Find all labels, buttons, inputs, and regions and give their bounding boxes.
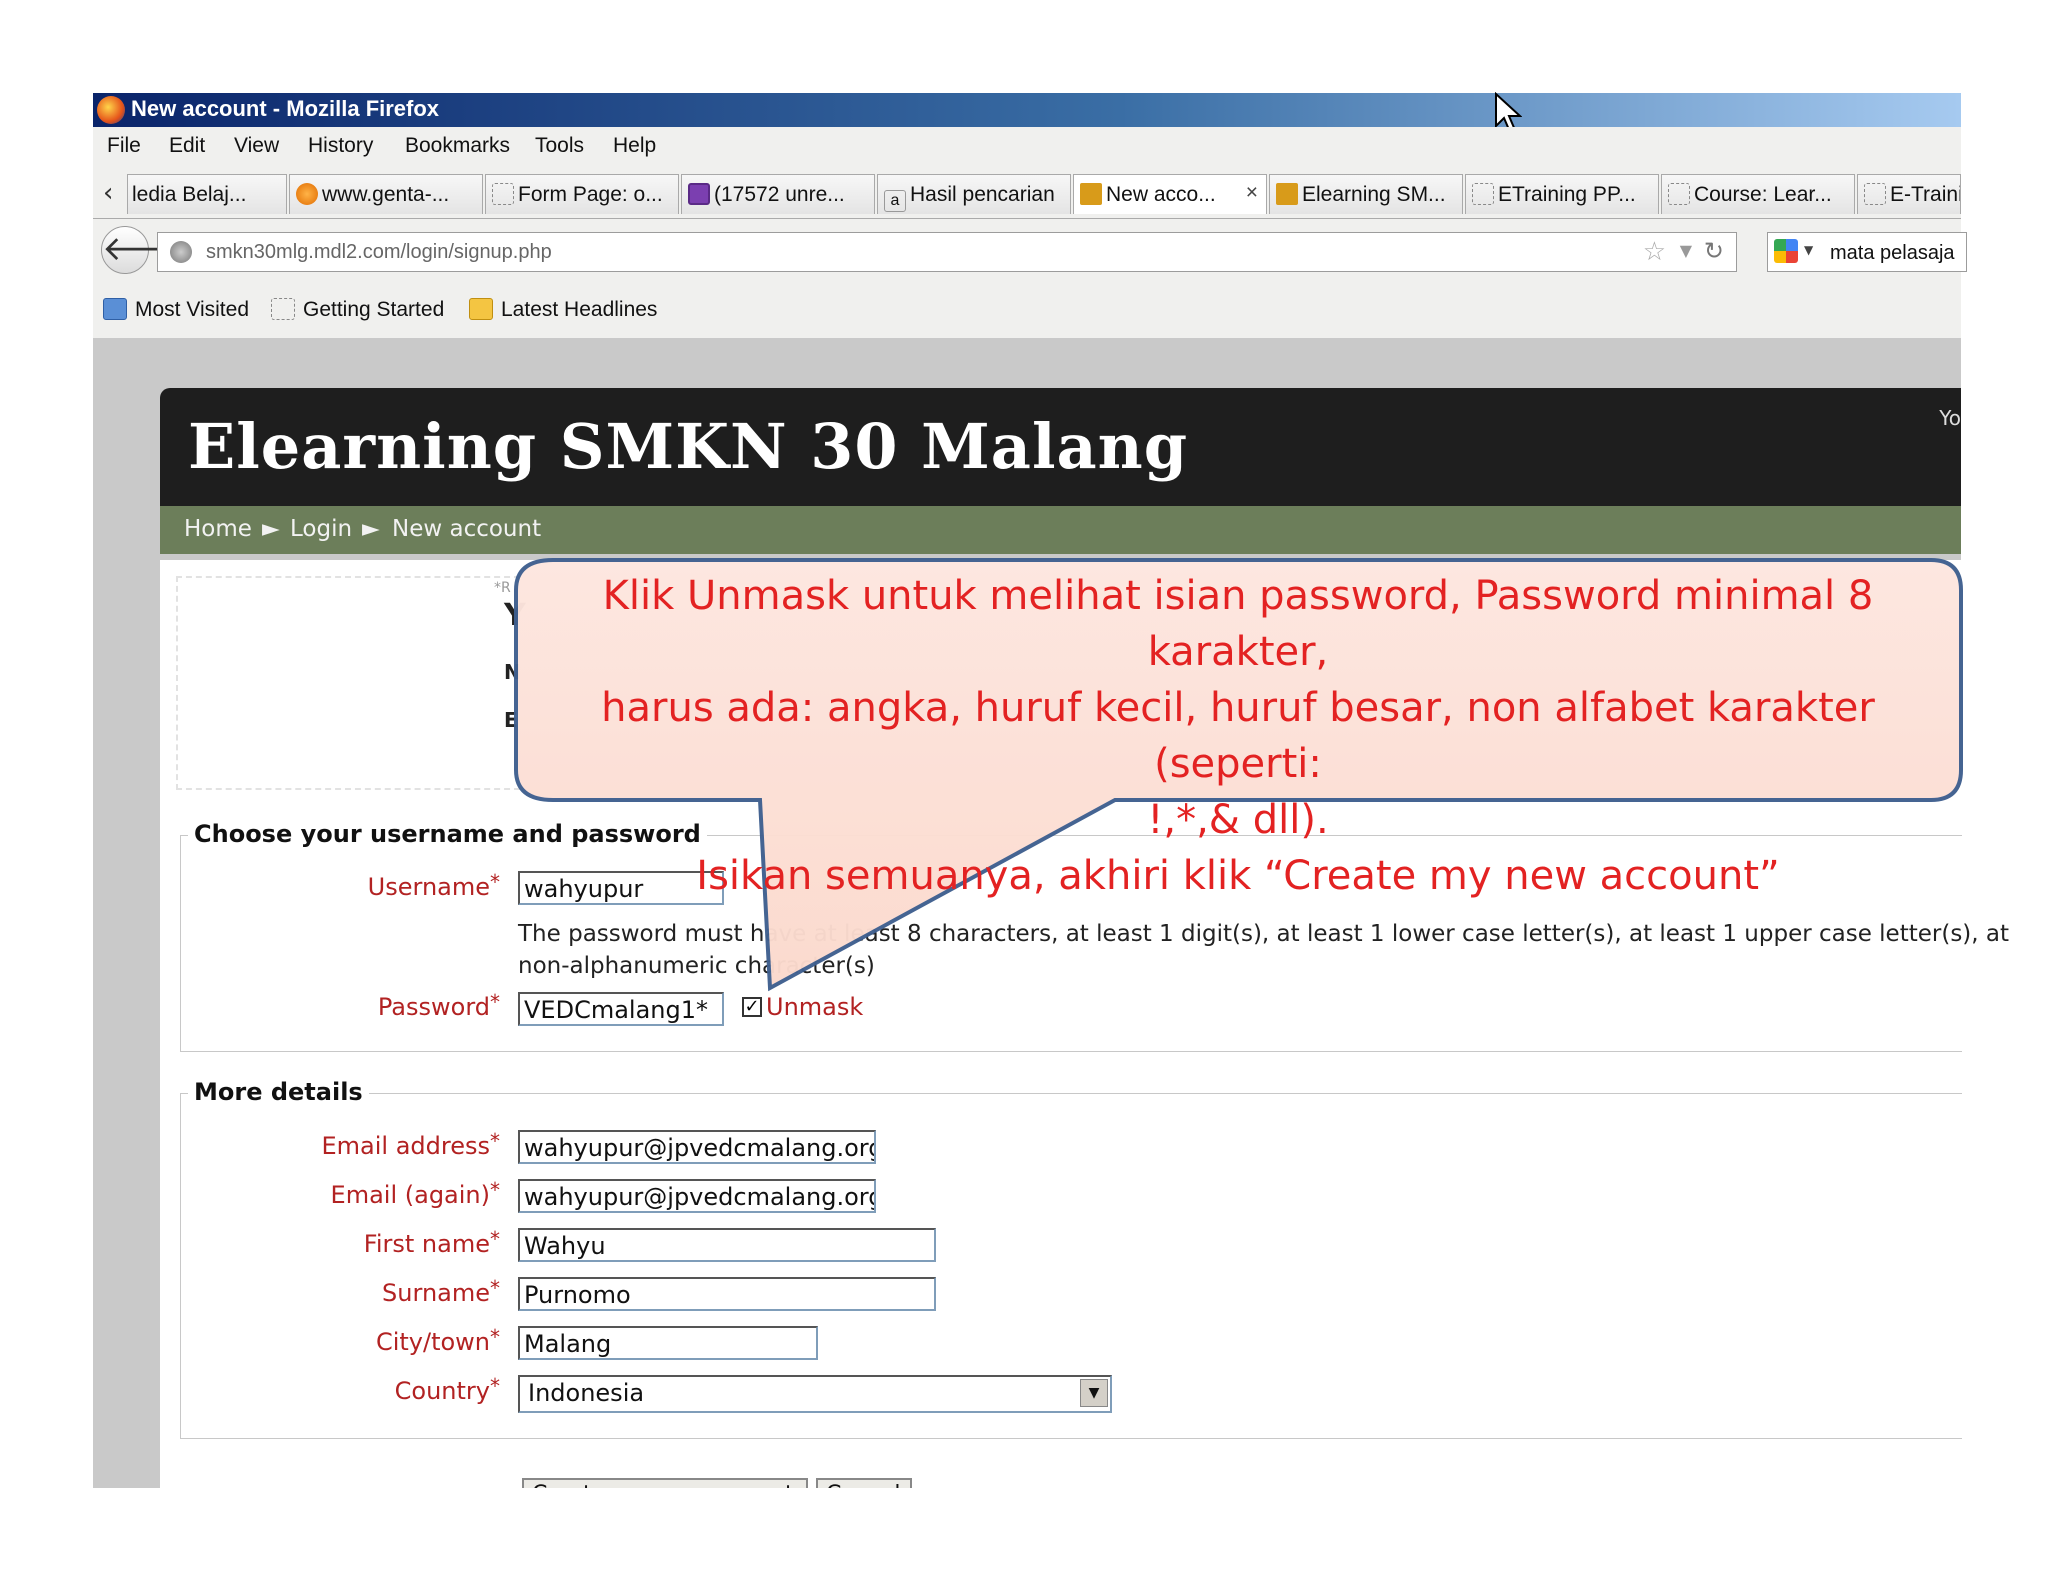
callout-line: !,*,& dll). bbox=[1147, 797, 1329, 843]
callout-line: harus ada: angka, huruf kecil, huruf bes… bbox=[601, 685, 1875, 787]
callout-line: Klik Unmask untuk melihat isian password… bbox=[602, 573, 1874, 675]
callout-line: Isikan semuanya, akhiri klik “Create my … bbox=[696, 853, 1780, 899]
callout-instruction: Klik Unmask untuk melihat isian password… bbox=[518, 568, 1958, 904]
